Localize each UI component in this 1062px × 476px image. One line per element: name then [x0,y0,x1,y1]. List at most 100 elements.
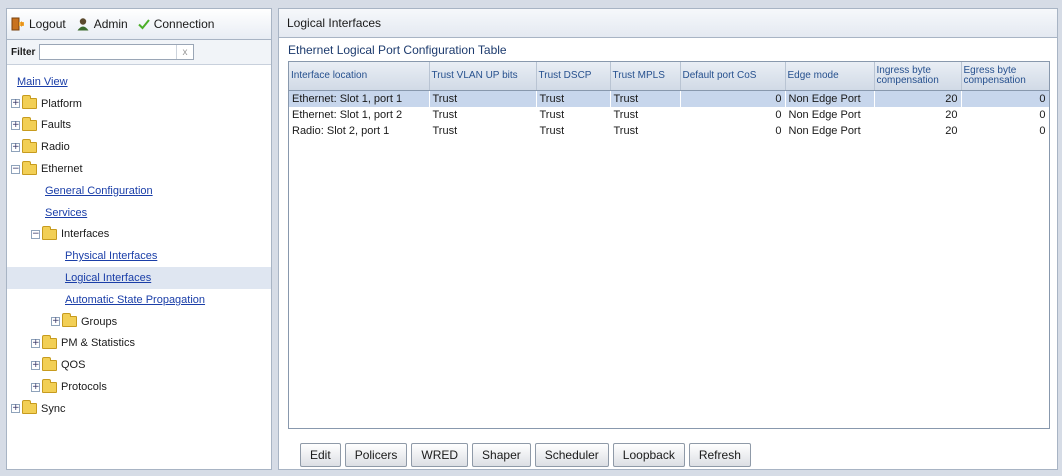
tree-item-label: Main View [17,75,68,88]
tree-item-faults[interactable]: + Faults [7,115,271,137]
plus-expander-icon[interactable]: + [11,120,20,130]
table-cell: Non Edge Port [788,125,861,137]
tree-item-radio[interactable]: + Radio [7,136,271,158]
connection-label: Connection [153,17,215,31]
navigation-sidebar: Logout Admin Connection Filter x Main Vi… [6,8,272,470]
plus-expander-icon[interactable]: + [51,317,60,327]
table-cell: Ethernet: Slot 1, port 1 [289,90,429,107]
tree-item-label: QOS [61,359,86,372]
folder-icon [42,356,57,371]
clear-filter-button[interactable]: x [176,45,193,59]
logical-port-table-panel: Interface location Trust VLAN UP bits Tr… [288,61,1050,429]
table-cell: Ethernet: Slot 1, port 2 [292,109,403,121]
minus-expander-icon[interactable]: − [31,229,40,239]
loopback-button[interactable]: Loopback [612,443,685,467]
table-cell: Non Edge Port [788,109,861,121]
admin-user-button[interactable]: Admin [76,17,128,31]
folder-icon [22,400,37,415]
top-toolbar: Logout Admin Connection [7,9,271,40]
column-header[interactable]: Interface location [289,62,430,91]
tree-item-label: General Configuration [45,184,153,197]
column-header[interactable]: Edge mode [785,62,875,91]
plus-expander-icon[interactable]: + [31,382,40,392]
table-cell: Trust [536,90,610,107]
user-icon [77,18,89,31]
tree-item-protocols[interactable]: + Protocols [7,376,271,398]
tree-item-label: Physical Interfaces [65,250,158,263]
column-header[interactable]: Ingress byte compensation [874,62,962,91]
filter-row: Filter x [7,40,271,65]
table-cell: 0 [1039,125,1046,137]
table-cell: 20 [945,109,958,121]
plus-expander-icon[interactable]: + [31,360,40,370]
tree-item-pm-statistics[interactable]: + PM & Statistics [7,333,271,355]
table-cell: 0 [961,90,1049,107]
folder-icon [22,160,37,175]
table-cell: 0 [775,109,782,121]
policers-button[interactable]: Policers [344,443,408,467]
tree-item-qos[interactable]: + QOS [7,354,271,376]
tree-item-services[interactable]: Services [7,202,271,224]
plus-expander-icon[interactable]: + [11,99,20,109]
tree-item-label: Faults [41,119,71,132]
tree-item-label: Services [45,206,88,219]
action-button-bar: Edit Policers WRED Shaper Scheduler Loop… [300,443,751,467]
folder-icon [22,138,37,153]
page-title: Logical Interfaces [279,9,1057,38]
table-header-row: Interface location Trust VLAN UP bits Tr… [289,62,1049,91]
scheduler-button[interactable]: Scheduler [534,443,609,467]
folder-icon [22,95,37,110]
plus-expander-icon[interactable]: + [31,338,40,348]
table-cell: Trust [539,125,565,137]
table-caption: Ethernet Logical Port Configuration Tabl… [288,43,507,57]
shaper-button[interactable]: Shaper [472,443,531,467]
column-header[interactable]: Default port CoS [680,62,786,91]
column-header[interactable]: Trust VLAN UP bits [429,62,537,91]
tree-item-groups[interactable]: + Groups [7,311,271,333]
logout-label: Logout [29,17,66,31]
plus-expander-icon[interactable]: + [11,404,20,414]
wred-button[interactable]: WRED [411,443,469,467]
tree-item-main-view[interactable]: Main View [7,71,271,93]
table-cell: 20 [874,90,961,107]
tree-item-label: Ethernet [41,163,83,176]
connection-status[interactable]: Connection [138,17,215,31]
table-cell: Trust [613,125,639,137]
plus-expander-icon[interactable]: + [11,142,20,152]
table-cell: Trust [613,109,639,121]
column-header[interactable]: Trust MPLS [610,62,681,91]
edit-button[interactable]: Edit [300,443,341,467]
column-header[interactable]: Egress byte compensation [961,62,1049,91]
tree-item-platform[interactable]: + Platform [7,93,271,115]
table-cell: 0 [1039,109,1046,121]
logout-door-icon [11,17,24,31]
table-row[interactable]: Ethernet: Slot 1, port 1 Trust Trust Tru… [289,90,1049,107]
tree-item-physical-interfaces[interactable]: Physical Interfaces [7,245,271,267]
tree-item-interfaces[interactable]: − Interfaces [7,224,271,246]
filter-label: Filter [11,46,36,58]
tree-item-ethernet[interactable]: − Ethernet [7,158,271,180]
table-row[interactable]: Radio: Slot 2, port 1 Trust Trust Trust … [289,123,1049,139]
table-cell: Radio: Slot 2, port 1 [292,125,390,137]
table-cell: 0 [775,125,782,137]
refresh-button[interactable]: Refresh [688,443,751,467]
logical-port-table: Interface location Trust VLAN UP bits Tr… [289,62,1049,139]
folder-icon [42,334,57,349]
folder-icon [42,378,57,393]
minus-expander-icon[interactable]: − [11,164,20,174]
filter-input[interactable] [40,46,176,58]
tree-item-label: Protocols [61,381,107,394]
tree-item-sync[interactable]: + Sync [7,398,271,420]
table-cell: Trust [539,109,565,121]
table-row[interactable]: Ethernet: Slot 1, port 2 Trust Trust Tru… [289,107,1049,123]
table-cell: Trust [432,125,458,137]
table-cell: Trust [429,90,536,107]
logout-button[interactable]: Logout [11,17,66,31]
tree-item-logical-interfaces[interactable]: Logical Interfaces [7,267,271,289]
column-header[interactable]: Trust DSCP [536,62,611,91]
tree-item-general-configuration[interactable]: General Configuration [7,180,271,202]
tree-item-label: Automatic State Propagation [65,293,206,306]
checkmark-icon [138,19,150,30]
tree-item-label: Platform [41,97,82,110]
tree-item-automatic-state-propagation[interactable]: Automatic State Propagation [7,289,271,311]
